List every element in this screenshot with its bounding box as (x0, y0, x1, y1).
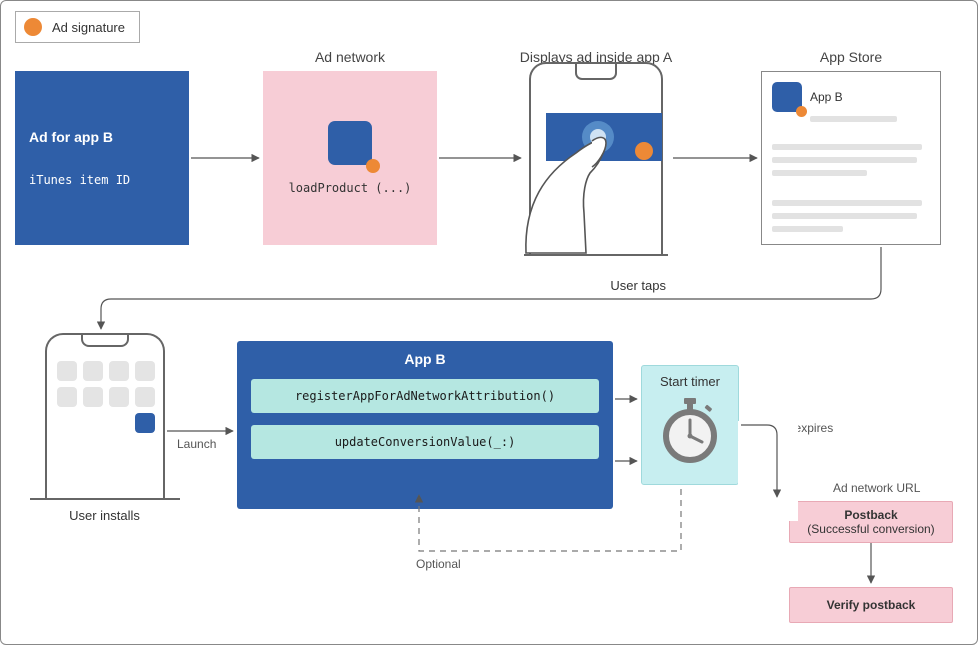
ad-network-box: loadProduct (...) (263, 71, 437, 245)
app-store-box: App B (761, 71, 941, 245)
verify-postback-box: Verify postback (789, 587, 953, 623)
app-b-icon (328, 121, 372, 165)
app-b-box: App B registerAppForAdNetworkAttribution… (237, 341, 613, 509)
app-b-store-label: App B (810, 90, 843, 104)
load-product-code: loadProduct (...) (289, 181, 412, 195)
ad-signature-dot-icon (24, 18, 42, 36)
start-timer-label: Start timer (646, 374, 734, 389)
diagram-canvas: Ad signature Ad network Displays ad insi… (0, 0, 978, 645)
ad-network-url-label: Ad network URL (833, 481, 920, 495)
ad-for-app-b-box: Ad for app B iTunes item ID (15, 71, 189, 245)
ad-signature-dot-icon (366, 159, 380, 173)
user-taps-label: User taps (506, 278, 686, 293)
api-register: registerAppForAdNetworkAttribution() (251, 379, 599, 413)
heading-ad-network: Ad network (263, 49, 437, 65)
stopwatch-icon (660, 395, 720, 467)
phone-notch-icon (81, 335, 129, 347)
phone-outline (45, 333, 165, 498)
ad-box-title: Ad for app B (29, 129, 175, 145)
home-screen-grid (57, 361, 153, 433)
launch-label: Launch (177, 437, 216, 451)
heading-app-store: App Store (761, 49, 941, 65)
user-installs-label: User installs (27, 508, 182, 523)
start-timer-box: Start timer (641, 365, 739, 485)
ad-box-sub: iTunes item ID (29, 173, 175, 187)
legend-label: Ad signature (52, 20, 125, 35)
api-update-conversion: updateConversionValue(_:) (251, 425, 599, 459)
app-b-title: App B (251, 351, 599, 367)
phone-ad-illustration (506, 53, 686, 267)
postback-sub: (Successful conversion) (798, 522, 944, 536)
postback-title: Postback (798, 508, 944, 522)
legend: Ad signature (15, 11, 140, 43)
timer-expires-label: Timer expires (761, 421, 833, 435)
verify-title: Verify postback (827, 598, 916, 612)
ad-signature-dot-icon (796, 106, 807, 117)
phone-user-installs: User installs (27, 333, 182, 523)
app-b-store-icon (772, 82, 802, 112)
app-b-installed-icon (135, 413, 155, 433)
postback-box: Postback (Successful conversion) (789, 501, 953, 543)
optional-label: Optional (416, 557, 461, 571)
phone-displaying-ad: User taps (506, 53, 686, 267)
